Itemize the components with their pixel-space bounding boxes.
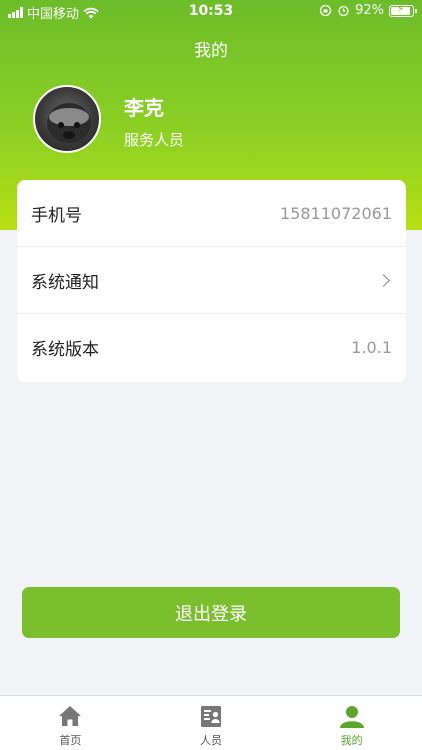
phone-row: 手机号 15811072061	[17, 180, 406, 247]
notifications-row[interactable]: 系统通知	[17, 247, 406, 314]
user-role: 服务人员	[124, 131, 185, 149]
battery-percent: 92%	[355, 3, 384, 18]
tab-mine-label: 我的	[340, 734, 363, 747]
chevron-right-icon	[377, 273, 390, 287]
phone-value: 15811072061	[280, 203, 392, 223]
page-title: 我的	[194, 41, 228, 61]
user-icon	[339, 706, 364, 728]
notifications-label: 系统通知	[31, 272, 99, 293]
battery-icon: ⚡	[389, 4, 417, 17]
version-value: 1.0.1	[351, 338, 392, 357]
tab-home-label: 首页	[59, 734, 82, 747]
tab-home[interactable]: 首页	[0, 696, 141, 750]
avatar[interactable]	[33, 85, 101, 153]
contacts-icon	[201, 706, 221, 727]
version-row: 系统版本 1.0.1	[17, 314, 406, 381]
tab-staff-label: 人员	[200, 734, 222, 747]
orientation-lock-icon	[319, 4, 332, 17]
info-card: 手机号 15811072061 系统通知 系统版本 1.0.1	[17, 180, 406, 382]
status-bar: 中国移动 10:53 92% ⚡	[0, 0, 422, 22]
alarm-icon	[338, 5, 349, 17]
phone-label: 手机号	[31, 205, 82, 226]
tab-bar: 首页 人员 我的	[0, 695, 422, 750]
version-label: 系统版本	[31, 340, 99, 360]
tab-mine[interactable]: 我的	[281, 696, 422, 750]
tab-staff[interactable]: 人员	[141, 696, 282, 750]
logout-button[interactable]: 退出登录	[22, 587, 400, 638]
home-icon	[59, 706, 82, 726]
user-name: 李克	[124, 96, 164, 120]
